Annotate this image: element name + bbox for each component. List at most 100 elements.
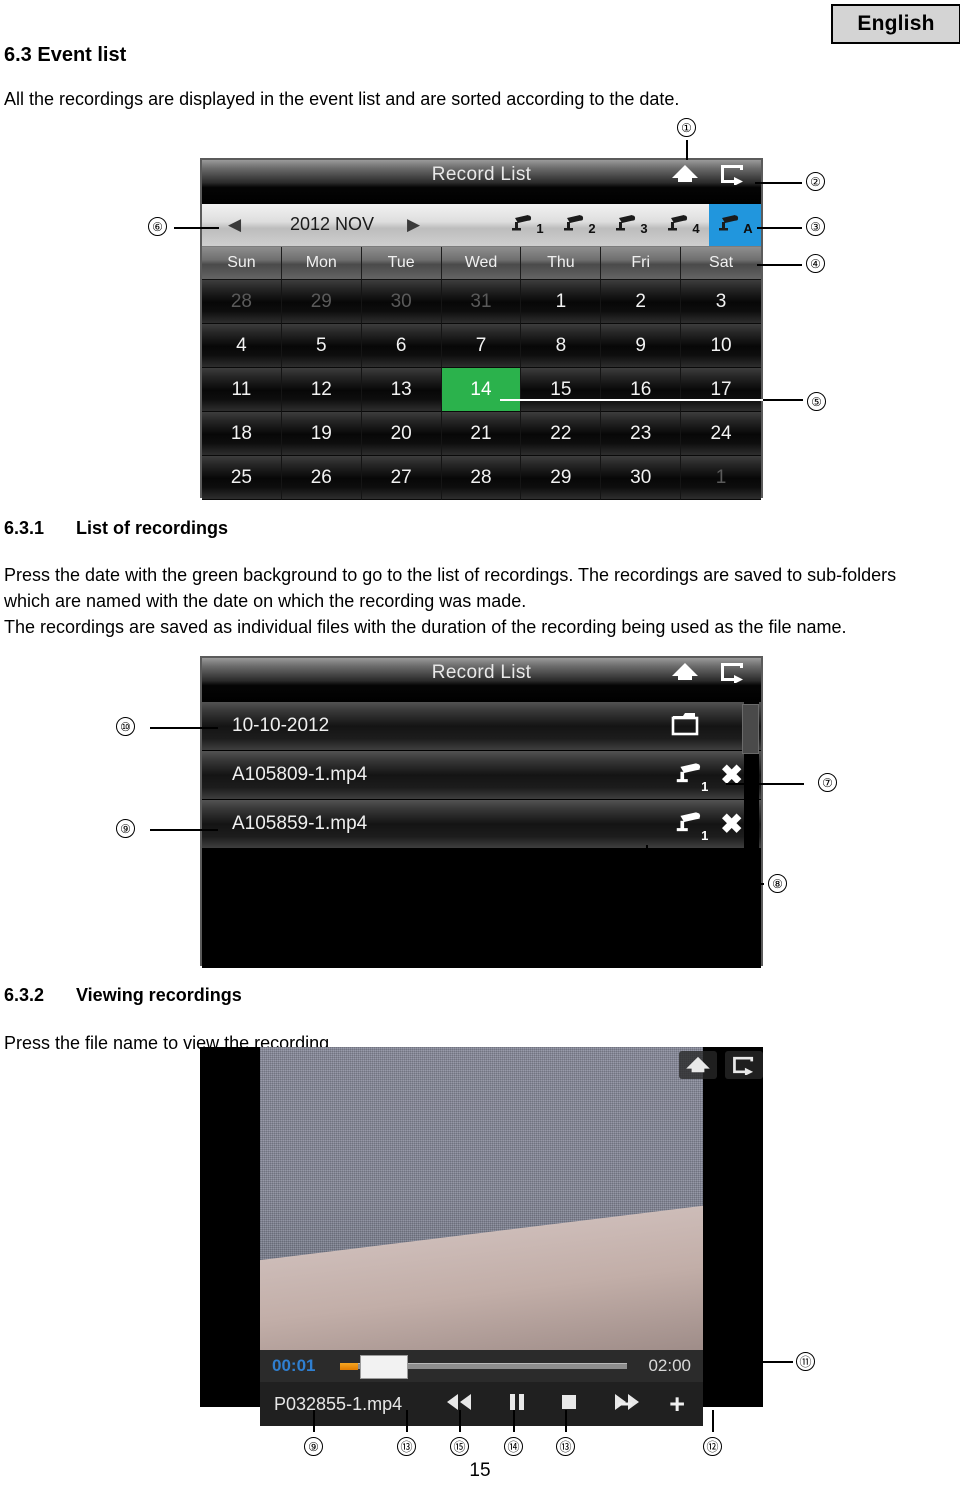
calendar-day[interactable]: 30 [361, 280, 442, 324]
recordlist-title-bar: Record List [202, 658, 761, 702]
day-header-sat: Sat [681, 247, 761, 280]
calendar-day[interactable]: 12 [281, 368, 362, 412]
camera-tab-3[interactable]: 3 [605, 204, 657, 246]
prev-month-button[interactable]: ◀ [228, 216, 241, 233]
camera-icon [562, 214, 586, 237]
calendar-day[interactable]: 24 [681, 412, 761, 456]
camera-tab-label: 1 [536, 220, 544, 236]
calendar-day[interactable]: 13 [361, 368, 442, 412]
calendar-day[interactable]: 21 [441, 412, 522, 456]
recordlist-file-row[interactable]: A105809-1.mp4 1 ✖ [202, 751, 761, 800]
callout-15-pause: ⑮ [450, 1437, 469, 1456]
callout-12-volume: ⑫ [703, 1437, 722, 1456]
exit-icon[interactable] [725, 1051, 763, 1079]
calendar-grid: 28 29 30 31 1 2 3 4 5 6 7 8 9 10 11 12 13 14 15 16 17 18 19 20 2… [202, 280, 761, 500]
callout-1: ① [677, 118, 696, 137]
calendar-day[interactable]: 9 [601, 324, 682, 368]
stop-icon[interactable] [560, 1392, 578, 1417]
leader-line [646, 845, 648, 883]
camera-tab-1[interactable]: 1 [501, 204, 553, 246]
camera-tab-label: 4 [692, 220, 700, 236]
calendar-day[interactable]: 8 [521, 324, 602, 368]
recordlist-rows: 10-10-2012 A105809-1.mp4 1 ✖ A105859-1.mp4 1 ✖ [202, 702, 761, 968]
calendar-day[interactable]: 29 [281, 280, 362, 324]
calendar-day[interactable]: 23 [601, 412, 682, 456]
calendar-day[interactable]: 18 [202, 412, 282, 456]
leader-line [745, 1361, 793, 1363]
pause-icon[interactable] [508, 1392, 526, 1417]
section-631-number: 6.3.1 [4, 518, 45, 538]
calendar-day[interactable]: 28 [202, 280, 282, 324]
calendar-day[interactable]: 31 [441, 280, 522, 324]
exit-icon[interactable] [719, 163, 747, 190]
camera-icon [614, 214, 638, 237]
callout-10: ⑩ [116, 717, 135, 736]
leader-line [646, 883, 764, 885]
calendar-screenshot: Record List ◀ 2012 NOV ▶ 1234A Sun Mon Tue… [200, 158, 763, 500]
calendar-day[interactable]: 15 [521, 368, 602, 412]
leader-line [500, 399, 763, 401]
video-frame-content [260, 1196, 703, 1350]
exit-icon[interactable] [719, 661, 747, 688]
home-icon[interactable] [671, 661, 699, 688]
calendar-day[interactable]: 26 [281, 456, 362, 500]
total-time-label: 02:00 [648, 1356, 691, 1375]
camera-icon [510, 214, 534, 237]
calendar-day[interactable]: 17 [681, 368, 761, 412]
calendar-day[interactable]: 29 [521, 456, 602, 500]
calendar-day[interactable]: 6 [361, 324, 442, 368]
calendar-day[interactable]: 3 [681, 280, 761, 324]
calendar-day[interactable]: 11 [202, 368, 282, 412]
callout-2: ② [806, 172, 825, 191]
playing-file-name: P032855-1.mp4 [274, 1393, 403, 1414]
volume-down-button[interactable]: − [617, 1390, 633, 1418]
leader-line [459, 1410, 461, 1432]
scrollbar-thumb[interactable] [742, 704, 759, 754]
current-time-label: 00:01 [272, 1356, 316, 1375]
home-icon[interactable] [671, 163, 699, 190]
calendar-day[interactable]: 1 [521, 280, 602, 324]
calendar-day-selected[interactable]: 14 [441, 368, 522, 412]
video-surface[interactable] [260, 1047, 703, 1350]
calendar-day[interactable]: 4 [202, 324, 282, 368]
player-control-bar: P032855-1.mp4 − + [260, 1382, 703, 1426]
calendar-day[interactable]: 1 [681, 456, 761, 500]
recordlist-file-row[interactable]: A105859-1.mp4 1 ✖ [202, 800, 761, 849]
calendar-day[interactable]: 7 [441, 324, 522, 368]
calendar-day[interactable]: 25 [202, 456, 282, 500]
seek-slider[interactable] [340, 1355, 627, 1379]
calendar-day[interactable]: 27 [361, 456, 442, 500]
calendar-day[interactable]: 5 [281, 324, 362, 368]
calendar-day[interactable]: 16 [601, 368, 682, 412]
camera-tab-2[interactable]: 2 [553, 204, 605, 246]
folder-icon [671, 711, 701, 742]
next-month-button[interactable]: ▶ [407, 216, 420, 233]
day-header-mon: Mon [281, 247, 362, 280]
leader-line [712, 1410, 714, 1432]
page-number: 15 [469, 1460, 491, 1481]
calendar-day[interactable]: 22 [521, 412, 602, 456]
calendar-day[interactable]: 28 [441, 456, 522, 500]
volume-up-button[interactable]: + [669, 1390, 685, 1418]
calendar-day[interactable]: 10 [681, 324, 761, 368]
home-icon[interactable] [679, 1051, 717, 1079]
camera-icon: 1 [674, 762, 708, 794]
recordlist-folder-row[interactable]: 10-10-2012 [202, 702, 761, 751]
camera-tab-a[interactable]: A [709, 204, 761, 246]
intro-paragraph: All the recordings are displayed in the … [4, 89, 680, 109]
seek-handle[interactable] [360, 1355, 408, 1379]
delete-icon[interactable]: ✖ [720, 810, 743, 838]
camera-tab-4[interactable]: 4 [657, 204, 709, 246]
section-632-number: 6.3.2 [4, 985, 45, 1005]
day-header-tue: Tue [361, 247, 442, 280]
camera-tab-label: 3 [640, 220, 648, 236]
callout-14-stop: ⑭ [504, 1437, 523, 1456]
leader-line [726, 783, 804, 785]
section-632-heading: 6.3.2 Viewing recordings [4, 985, 242, 1006]
calendar-day[interactable]: 19 [281, 412, 362, 456]
calendar-day[interactable]: 2 [601, 280, 682, 324]
camera-icon: 1 [674, 811, 708, 843]
recordlist-item-name: A105859-1.mp4 [232, 813, 368, 834]
calendar-day[interactable]: 20 [361, 412, 442, 456]
calendar-day[interactable]: 30 [601, 456, 682, 500]
